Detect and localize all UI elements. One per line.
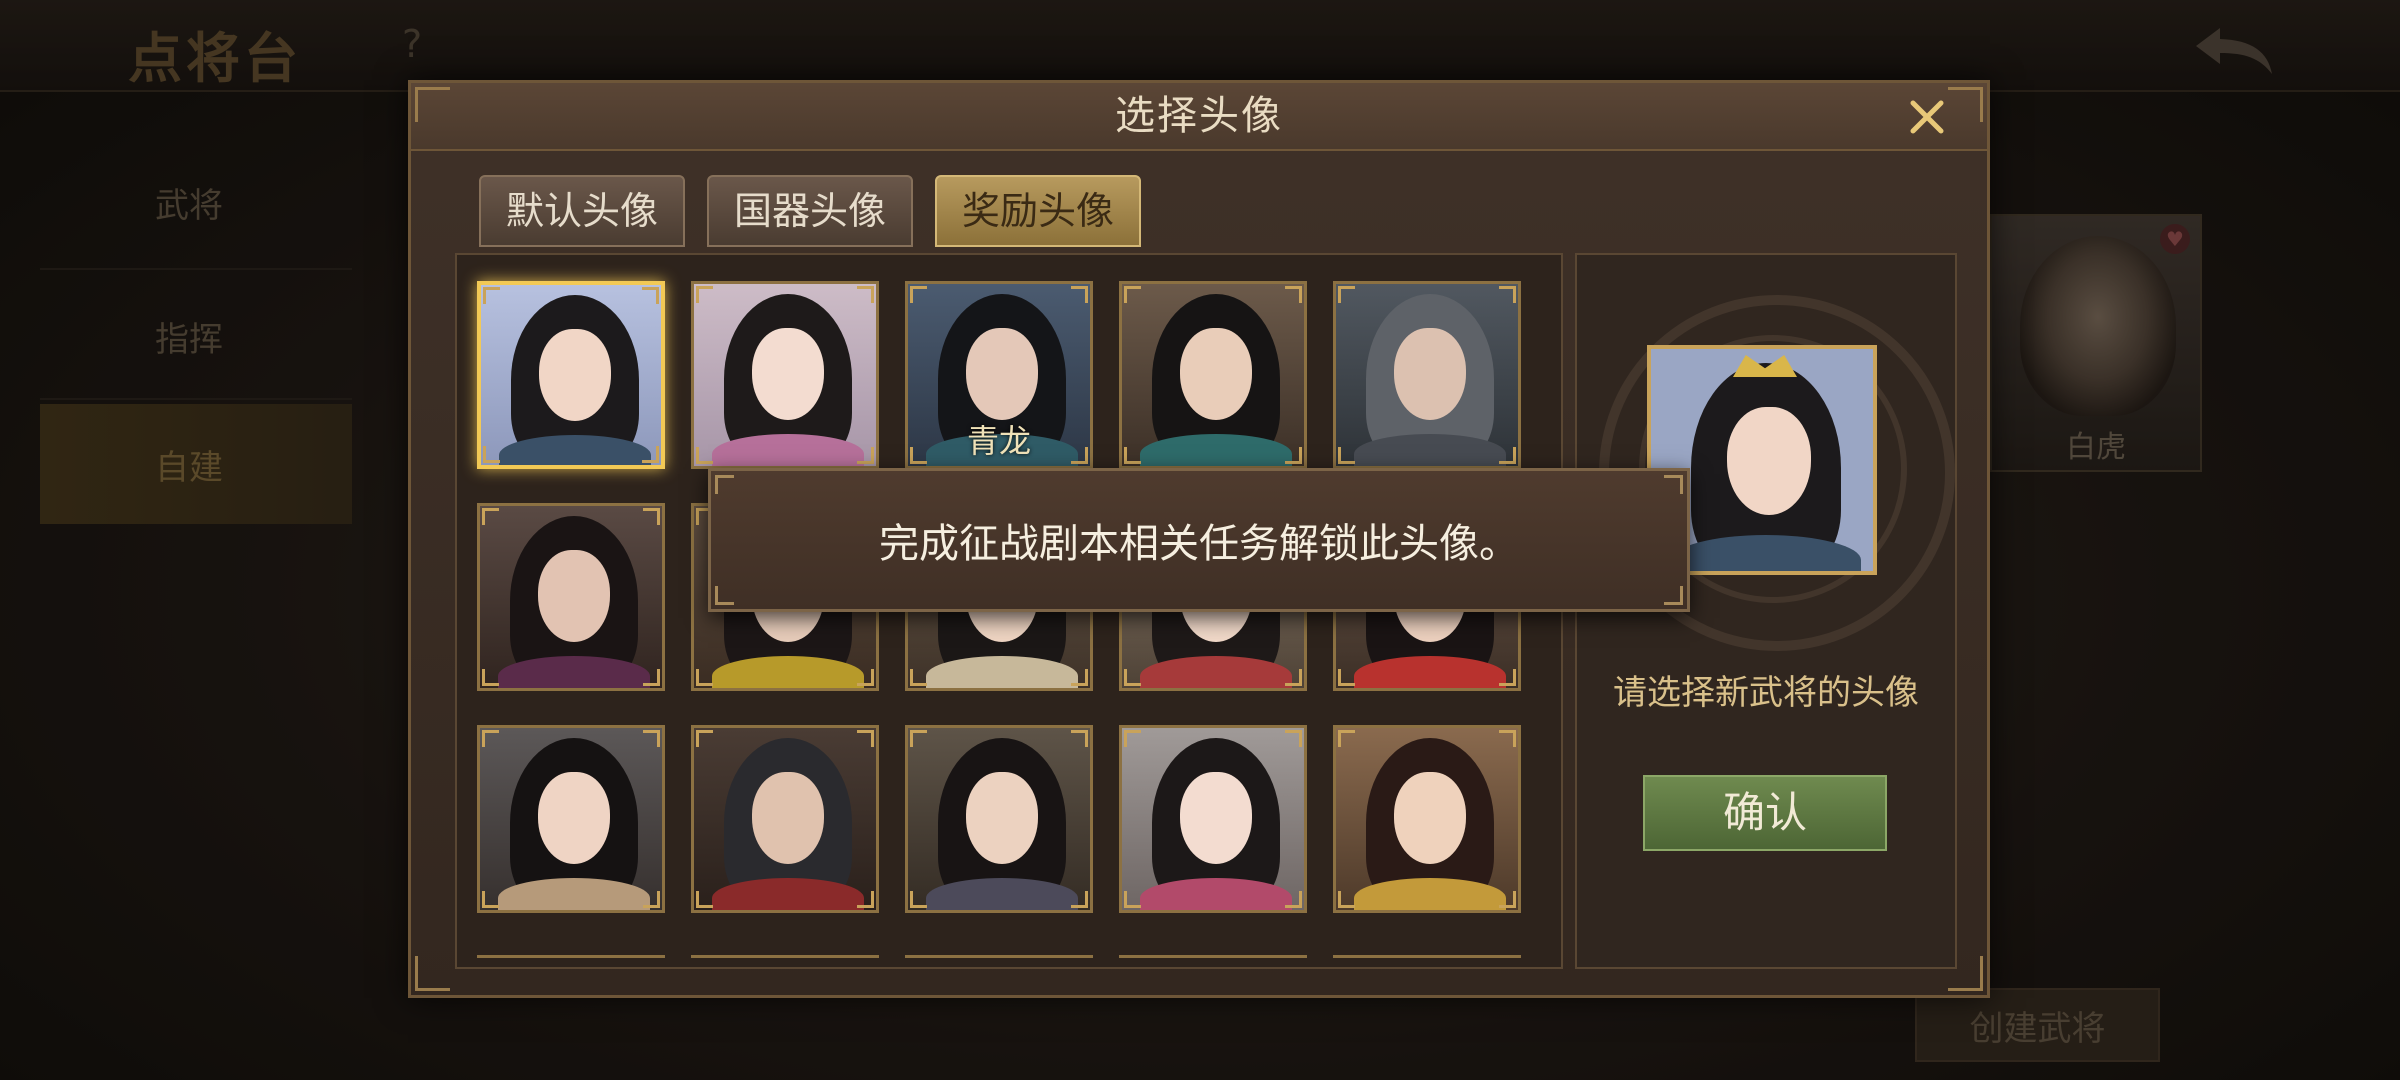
avatar-option-partial[interactable] <box>905 955 1093 967</box>
avatar-option-partial[interactable] <box>691 955 879 967</box>
confirm-button[interactable]: 确认 <box>1643 775 1887 851</box>
avatar-option-partial[interactable] <box>1119 955 1307 967</box>
frame-corner-ornament <box>415 87 450 122</box>
dialog-title: 选择头像 <box>1115 93 1283 139</box>
avatar-option[interactable] <box>691 281 879 469</box>
frame-corner-ornament <box>1948 87 1983 122</box>
tab-reward-avatar[interactable]: 奖励头像 <box>935 175 1141 247</box>
avatar-option-qinglong[interactable]: 青龙 <box>905 281 1093 469</box>
unlock-tooltip: 完成征战剧本相关任务解锁此头像。 <box>708 468 1690 612</box>
avatar-option-partial[interactable] <box>1333 955 1521 967</box>
avatar-option[interactable] <box>1119 281 1307 469</box>
close-icon[interactable] <box>1905 95 1949 139</box>
preview-hint: 请选择新武将的头像 <box>1613 673 1919 713</box>
avatar-option[interactable] <box>691 725 879 913</box>
avatar-option-partial[interactable] <box>477 955 665 967</box>
avatar-label: 青龙 <box>966 422 1031 460</box>
frame-corner-ornament <box>415 956 450 991</box>
tab-guoqi-avatar[interactable]: 国器头像 <box>707 175 913 247</box>
avatar-option[interactable] <box>905 725 1093 913</box>
avatar-option[interactable] <box>1333 725 1521 913</box>
tooltip-text: 完成征战剧本相关任务解锁此头像。 <box>879 521 1519 567</box>
avatar-option-selected[interactable] <box>477 281 665 469</box>
avatar-option[interactable] <box>1119 725 1307 913</box>
avatar-option[interactable] <box>477 503 665 691</box>
avatar-option[interactable] <box>477 725 665 913</box>
avatar-option[interactable] <box>1333 281 1521 469</box>
tab-default-avatar[interactable]: 默认头像 <box>479 175 685 247</box>
